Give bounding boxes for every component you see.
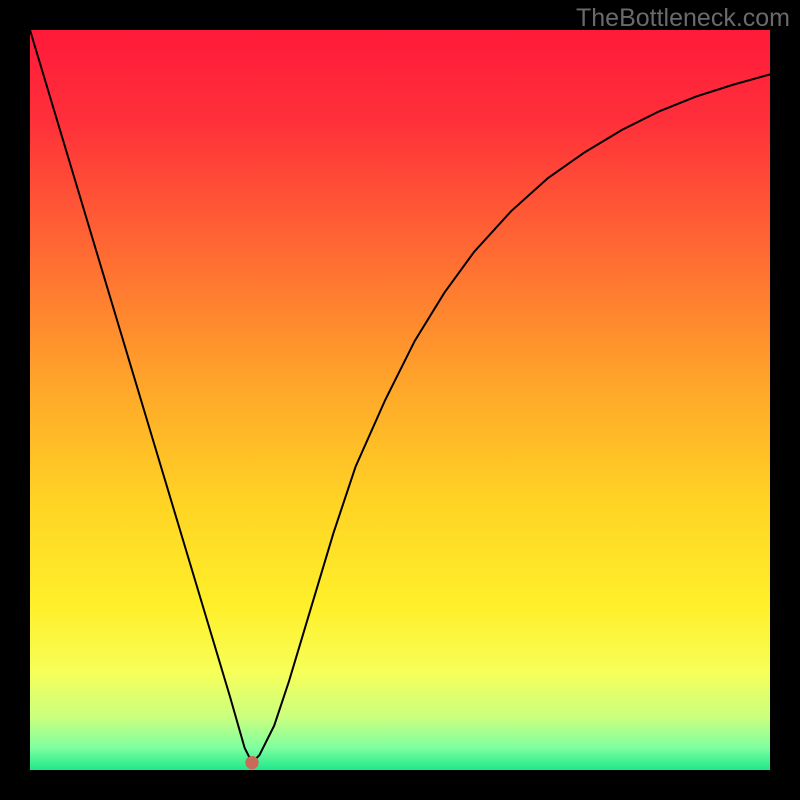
- chart-marker: [245, 756, 258, 769]
- chart-svg: [30, 30, 770, 770]
- watermark-text: TheBottleneck.com: [576, 4, 790, 33]
- chart-plot-area: [30, 30, 770, 770]
